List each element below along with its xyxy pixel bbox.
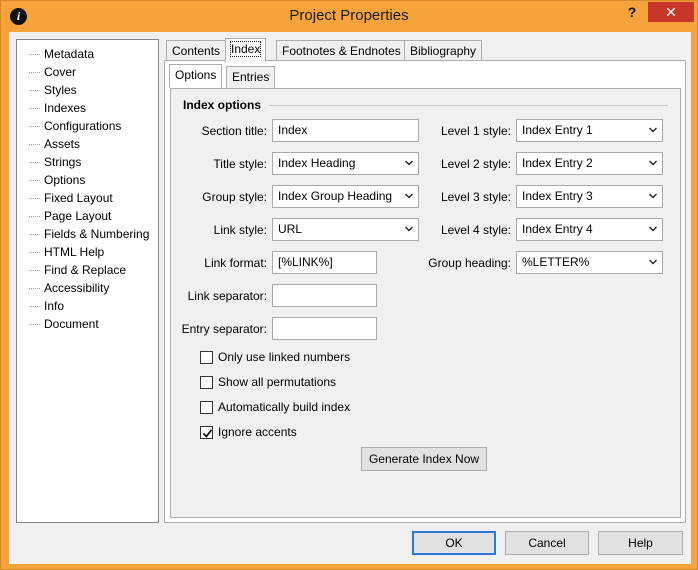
tab-label: Footnotes & Endnotes bbox=[282, 44, 401, 58]
group-style-label: Group style: bbox=[202, 190, 267, 204]
section-title-input[interactable]: Index bbox=[272, 119, 419, 142]
entry-separator-input[interactable] bbox=[272, 317, 377, 340]
level1-style-label: Level 1 style: bbox=[440, 124, 511, 138]
index-tab-panel: Options Entries Index options Section ti… bbox=[164, 60, 686, 523]
select-value: %LETTER% bbox=[522, 255, 590, 269]
select-value: Index Heading bbox=[278, 156, 356, 170]
close-button[interactable]: ✕ bbox=[648, 2, 694, 22]
generate-index-now-button[interactable]: Generate Index Now bbox=[361, 447, 487, 471]
cancel-button[interactable]: Cancel bbox=[505, 531, 589, 555]
tree-item-label: Info bbox=[44, 299, 65, 313]
title-style-select[interactable]: Index Heading bbox=[272, 152, 419, 175]
checkbox-label: Only use linked numbers bbox=[218, 350, 351, 364]
checkmark-icon bbox=[202, 429, 213, 438]
tree-item-label: Accessibility bbox=[44, 281, 110, 295]
level2-style-label: Level 2 style: bbox=[440, 157, 511, 171]
link-separator-input[interactable] bbox=[272, 284, 377, 307]
chevron-down-icon bbox=[649, 160, 657, 166]
chevron-down-icon bbox=[649, 259, 657, 265]
tree-item-label: Metadata bbox=[44, 47, 95, 61]
select-value: Index Entry 4 bbox=[522, 222, 593, 236]
checkbox-box[interactable] bbox=[200, 426, 213, 439]
tab-footnotes-endnotes[interactable]: Footnotes & Endnotes bbox=[276, 40, 407, 62]
ok-button[interactable]: OK bbox=[412, 531, 496, 555]
group-divider bbox=[269, 105, 668, 106]
chevron-down-icon bbox=[649, 226, 657, 232]
link-format-input[interactable]: [%LINK%] bbox=[272, 251, 377, 274]
tree-item-label: Fields & Numbering bbox=[44, 227, 150, 241]
tree-item-label: Document bbox=[44, 317, 99, 331]
tree-item-label: Assets bbox=[44, 137, 81, 151]
tree-item-label: Strings bbox=[44, 155, 82, 169]
level4-style-label: Level 4 style: bbox=[440, 223, 511, 237]
close-icon: ✕ bbox=[665, 4, 677, 20]
checkbox-label: Ignore accents bbox=[218, 425, 297, 439]
tree-item-label: HTML Help bbox=[44, 245, 105, 259]
level4-style-select[interactable]: Index Entry 4 bbox=[516, 218, 663, 241]
entry-separator-label: Entry separator: bbox=[181, 322, 267, 336]
group-heading-select[interactable]: %LETTER% bbox=[516, 251, 663, 274]
title-bar[interactable]: i Project Properties ? ✕ bbox=[1, 1, 697, 31]
group-heading-label: Group heading: bbox=[428, 256, 511, 270]
tab-label: Contents bbox=[172, 44, 221, 58]
tab-label: Bibliography bbox=[410, 44, 477, 58]
chevron-down-icon bbox=[405, 226, 413, 232]
tab-index[interactable]: Index bbox=[225, 38, 267, 62]
help-title-button[interactable]: ? bbox=[621, 4, 643, 24]
select-value: Index Entry 2 bbox=[522, 156, 593, 170]
group-style-select[interactable]: Index Group Heading bbox=[272, 185, 419, 208]
chevron-down-icon bbox=[405, 160, 413, 166]
checkbox-label: Automatically build index bbox=[218, 400, 351, 414]
tree-item-label: Fixed Layout bbox=[44, 191, 113, 205]
level3-style-label: Level 3 style: bbox=[440, 190, 511, 204]
link-style-select[interactable]: URL bbox=[272, 218, 419, 241]
tree-item-label: Indexes bbox=[43, 99, 88, 117]
tab-bibliography[interactable]: Bibliography bbox=[404, 40, 483, 62]
level1-style-select[interactable]: Index Entry 1 bbox=[516, 119, 663, 142]
link-style-label: Link style: bbox=[213, 223, 267, 237]
tab-label: Options bbox=[175, 68, 217, 82]
checkbox-box[interactable] bbox=[200, 401, 213, 414]
link-format-label: Link format: bbox=[204, 256, 267, 270]
chevron-down-icon bbox=[405, 193, 413, 199]
subtab-options[interactable]: Options bbox=[169, 64, 223, 88]
link-separator-label: Link separator: bbox=[187, 289, 267, 303]
section-title-label: Section title: bbox=[201, 124, 267, 138]
select-value: Index Entry 3 bbox=[522, 189, 593, 203]
tree-item-label: Find & Replace bbox=[44, 263, 127, 277]
checkbox-box[interactable] bbox=[200, 376, 213, 389]
tab-label: Index bbox=[229, 41, 262, 57]
subtab-entries[interactable]: Entries bbox=[226, 66, 276, 88]
index-options-panel: Index options Section title: Title style… bbox=[170, 88, 681, 518]
tree-item-label: Options bbox=[44, 173, 86, 187]
tab-label: Entries bbox=[232, 70, 270, 84]
tab-contents[interactable]: Contents bbox=[166, 40, 227, 62]
tree-item-label: Styles bbox=[44, 83, 77, 97]
chevron-down-icon bbox=[649, 127, 657, 133]
settings-tree[interactable]: Metadata Cover Styles Indexes Configurat… bbox=[16, 39, 159, 523]
title-style-label: Title style: bbox=[213, 157, 267, 171]
tree-item-label: Configurations bbox=[44, 119, 122, 133]
dialog-client-area: Metadata Cover Styles Indexes Configurat… bbox=[9, 32, 691, 564]
level3-style-select[interactable]: Index Entry 3 bbox=[516, 185, 663, 208]
tree-item-label: Page Layout bbox=[44, 209, 112, 223]
chevron-down-icon bbox=[649, 193, 657, 199]
select-value: Index Entry 1 bbox=[522, 123, 593, 137]
checkbox-box[interactable] bbox=[200, 351, 213, 364]
project-properties-window: i Project Properties ? ✕ Metadata Cover … bbox=[0, 0, 698, 570]
select-value: URL bbox=[278, 222, 303, 236]
window-title: Project Properties bbox=[289, 7, 409, 24]
tree-item-label: Cover bbox=[44, 65, 77, 79]
select-value: Index Group Heading bbox=[278, 189, 393, 203]
help-button[interactable]: Help bbox=[598, 531, 683, 555]
checkbox-label: Show all permutations bbox=[218, 375, 337, 389]
level2-style-select[interactable]: Index Entry 2 bbox=[516, 152, 663, 175]
index-options-heading: Index options bbox=[183, 98, 261, 112]
